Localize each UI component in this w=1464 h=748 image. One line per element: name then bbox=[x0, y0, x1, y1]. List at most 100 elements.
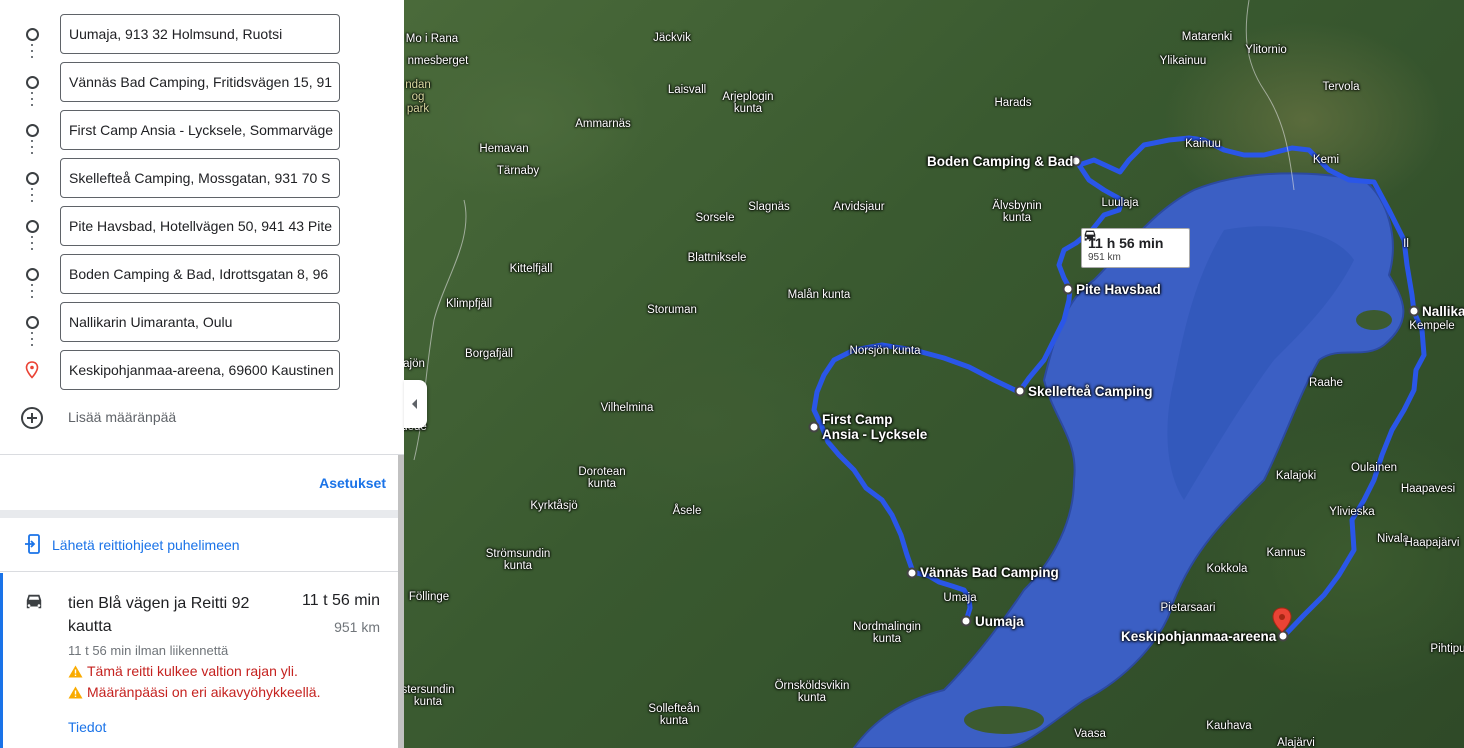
stop-label[interactable]: Uumaja bbox=[975, 614, 1024, 629]
stop-marker bbox=[960, 615, 972, 627]
place-label: Slagnäs bbox=[748, 201, 790, 213]
destination-list: Uumaja, 913 32 Holmsund, Ruotsi Vännäs B… bbox=[0, 0, 404, 455]
callout-duration: 11 h 56 min bbox=[1088, 235, 1164, 251]
place-label: Malån kunta bbox=[787, 289, 851, 301]
stop-label[interactable]: Vännäs Bad Camping bbox=[920, 565, 1059, 580]
add-destination-button[interactable]: Lisää määränpää bbox=[0, 398, 404, 438]
circle-icon bbox=[26, 268, 39, 281]
stop-label[interactable]: Keskipohjanmaa-areena bbox=[1121, 629, 1276, 644]
destination-input[interactable]: Nallikarin Uimaranta, Oulu bbox=[60, 302, 340, 342]
place-label: Strömsundin kunta bbox=[485, 548, 551, 572]
destination-row: Keskipohjanmaa-areena, 69600 Kaustinen bbox=[0, 350, 404, 390]
destination-row: Pite Havsbad, Hotellvägen 50, 941 43 Pit… bbox=[0, 206, 404, 254]
destination-row: First Camp Ansia - Lycksele, Sommarväge bbox=[0, 110, 404, 158]
place-label: Ylitornio bbox=[1245, 44, 1287, 56]
route-time: 11 t 56 min bbox=[302, 592, 380, 609]
car-icon bbox=[26, 594, 42, 609]
place-label: Kemi bbox=[1312, 154, 1340, 166]
destination-input[interactable]: Uumaja, 913 32 Holmsund, Ruotsi bbox=[60, 14, 340, 54]
settings-area: Asetukset bbox=[0, 455, 398, 511]
destination-input[interactable]: Skellefteå Camping, Mossgatan, 931 70 S bbox=[60, 158, 340, 198]
warning-icon bbox=[68, 665, 83, 677]
place-label: Sorsele bbox=[695, 212, 735, 224]
place-label: Ylikainuu bbox=[1159, 55, 1207, 67]
place-label: Kalajoki bbox=[1275, 470, 1317, 482]
place-label: Hemavan bbox=[479, 143, 529, 155]
stop-label[interactable]: First Camp Ansia - Lycksele bbox=[822, 412, 927, 442]
place-label: Norsjön kunta bbox=[849, 345, 921, 357]
settings-button[interactable]: Asetukset bbox=[319, 475, 386, 491]
place-label: Åsele bbox=[672, 505, 702, 517]
place-label: Kainuu bbox=[1185, 138, 1221, 150]
place-label: Kittelfjäll bbox=[509, 263, 553, 275]
place-label: Umaja bbox=[943, 592, 977, 604]
destination-input[interactable]: Pite Havsbad, Hotellvägen 50, 941 43 Pit… bbox=[60, 206, 340, 246]
dots-icon bbox=[31, 188, 33, 206]
place-label: nmesberget bbox=[407, 55, 469, 67]
dots-icon bbox=[31, 140, 33, 158]
dots-icon bbox=[31, 332, 33, 350]
place-label: Klimpfjäll bbox=[445, 298, 493, 310]
warning-icon bbox=[68, 686, 83, 698]
stop-marker bbox=[1408, 305, 1420, 317]
place-label: Harads bbox=[994, 97, 1032, 109]
circle-icon bbox=[26, 220, 39, 233]
callout-distance: 951 km bbox=[1088, 252, 1121, 263]
circle-icon bbox=[26, 76, 39, 89]
destination-row: Skellefteå Camping, Mossgatan, 931 70 S bbox=[0, 158, 404, 206]
place-label: Kyrktåsjö bbox=[530, 500, 578, 512]
place-label: Haapajärvi bbox=[1404, 537, 1460, 549]
stop-label[interactable]: Pite Havsbad bbox=[1076, 282, 1161, 297]
place-label: Borgafjäll bbox=[465, 348, 513, 360]
details-button[interactable]: Tiedot bbox=[68, 719, 106, 735]
place-label: Kauhava bbox=[1206, 720, 1252, 732]
collapse-panel-button[interactable] bbox=[404, 380, 427, 428]
warning-row: Tämä reitti kulkee valtion rajan yli. bbox=[68, 663, 298, 679]
destination-input[interactable]: Keskipohjanmaa-areena, 69600 Kaustinen bbox=[60, 350, 340, 390]
route-option[interactable]: tien Blå vägen ja Reitti 92 kautta 11 t … bbox=[0, 573, 398, 748]
place-label: Haapavesi bbox=[1400, 483, 1456, 495]
circle-icon bbox=[26, 124, 39, 137]
place-label: Ylivieska bbox=[1329, 506, 1375, 518]
destination-input[interactable]: First Camp Ansia - Lycksele, Sommarväge bbox=[60, 110, 340, 150]
island bbox=[964, 706, 1044, 734]
dots-icon bbox=[31, 44, 33, 62]
warning-row: Määränpääsi on eri aikavyöhykkeellä. bbox=[68, 684, 320, 700]
dots-icon bbox=[31, 284, 33, 302]
place-label: Arvidsjaur bbox=[833, 201, 885, 213]
place-label: Pietarsaari bbox=[1160, 602, 1216, 614]
stop-label[interactable]: Boden Camping & Bad bbox=[927, 154, 1073, 169]
place-label: Alajärvi bbox=[1277, 737, 1315, 748]
circle-icon bbox=[26, 172, 39, 185]
place-label: ndan og park bbox=[405, 79, 431, 115]
place-label: Dorotean kunta bbox=[578, 466, 626, 490]
warning-text: Määränpääsi on eri aikavyöhykkeellä. bbox=[87, 684, 321, 700]
route-duration-callout[interactable]: 11 h 56 min 951 km bbox=[1081, 228, 1190, 268]
warning-text: Tämä reitti kulkee valtion rajan yli. bbox=[87, 663, 298, 679]
dots-icon bbox=[31, 92, 33, 110]
place-label: Pihtipu bbox=[1430, 643, 1464, 655]
add-circle-icon bbox=[21, 407, 43, 429]
destination-input[interactable]: Boden Camping & Bad, Idrottsgatan 8, 96 bbox=[60, 254, 340, 294]
place-label: Kempele bbox=[1409, 320, 1455, 332]
route-title: tien Blå vägen ja Reitti 92 kautta bbox=[68, 595, 250, 635]
stop-label[interactable]: Skellefteå Camping bbox=[1028, 384, 1153, 399]
destination-row: Uumaja, 913 32 Holmsund, Ruotsi bbox=[0, 14, 404, 62]
stop-marker bbox=[1277, 630, 1289, 642]
destination-input[interactable]: Vännäs Bad Camping, Fritidsvägen 15, 91 bbox=[60, 62, 340, 102]
map-view[interactable]: Mo i Rana nmesberget ndan og park Jäckvi… bbox=[404, 0, 1464, 748]
place-label: Storuman bbox=[647, 304, 697, 316]
place-label: ajön bbox=[404, 358, 425, 370]
place-label: Vilhelmina bbox=[600, 402, 654, 414]
destination-row: Vännäs Bad Camping, Fritidsvägen 15, 91 bbox=[0, 62, 404, 110]
place-label: Il bbox=[1403, 238, 1409, 250]
place-label: Raahe bbox=[1309, 377, 1343, 389]
stop-label[interactable]: Nallika bbox=[1422, 304, 1464, 319]
place-label: Tervola bbox=[1322, 81, 1360, 93]
place-label: Arjeplogin kunta bbox=[722, 91, 774, 115]
send-to-phone-icon bbox=[25, 534, 40, 554]
send-to-phone-button[interactable]: Lähetä reittiohjeet puhelimeen bbox=[0, 518, 398, 572]
place-label: Jäckvik bbox=[653, 32, 691, 44]
route-distance: 951 km bbox=[334, 619, 380, 635]
scrollbar[interactable] bbox=[398, 455, 404, 748]
